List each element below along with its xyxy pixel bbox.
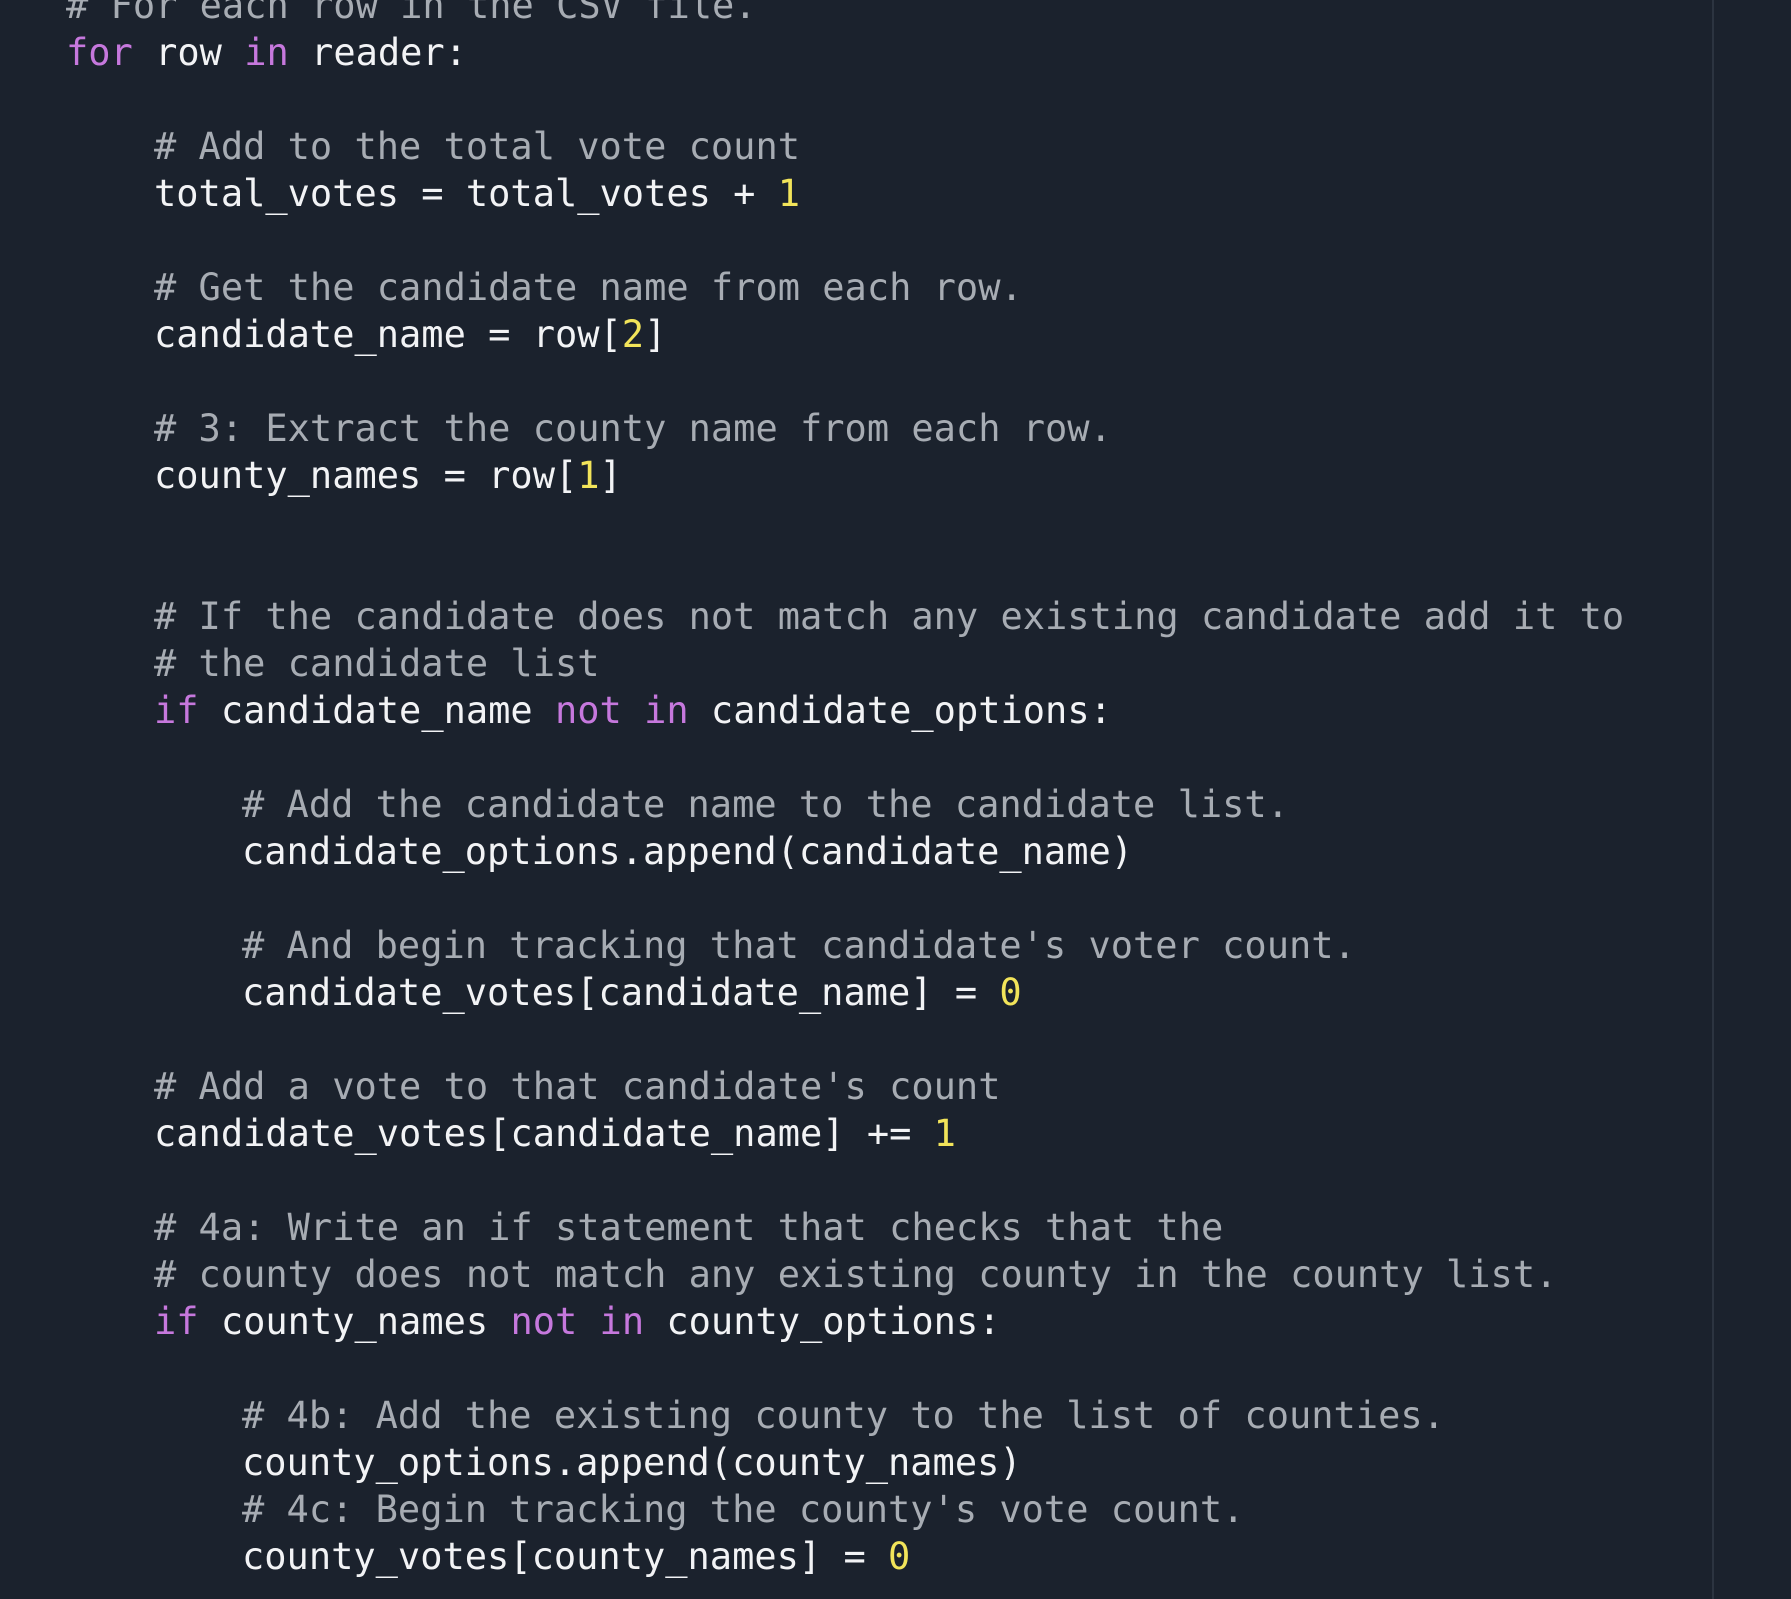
code-token-comment: # 4c: Begin tracking the county's vote c… (242, 1488, 1245, 1531)
code-token-ident: candidate_votes[candidate_name] += (154, 1112, 934, 1155)
code-line[interactable] (0, 734, 1712, 781)
code-line[interactable] (0, 358, 1712, 405)
code-line[interactable]: # 4b: Add the existing county to the lis… (0, 1392, 1712, 1439)
code-token-ident: ] (599, 454, 622, 497)
code-token-keyword: if (154, 1300, 199, 1343)
code-token-ident: candidate_options: (688, 689, 1112, 732)
code-line[interactable]: candidate_name = row[2] (0, 311, 1712, 358)
editor-right-gutter (1714, 0, 1791, 1599)
code-line[interactable]: county_options.append(county_names) (0, 1439, 1712, 1486)
code-line[interactable]: # For each row in the CSV file. (0, 0, 1712, 29)
code-token-keyword: not in (554, 689, 689, 732)
code-line[interactable] (0, 217, 1712, 264)
code-editor[interactable]: # For each row in the CSV file. for row i… (0, 0, 1791, 1599)
code-line[interactable]: candidate_votes[candidate_name] += 1 (0, 1110, 1712, 1157)
code-token-number: 1 (777, 172, 801, 215)
code-token-keyword: in (244, 31, 289, 74)
code-line[interactable] (0, 546, 1712, 593)
code-line[interactable]: # Add the candidate name to the candidat… (0, 781, 1712, 828)
code-token-comment: # 4b: Add the existing county to the lis… (242, 1394, 1445, 1437)
code-token-comment: # Get the candidate name from each row. (154, 266, 1023, 309)
code-token-comment: # For each row in the CSV file. (66, 0, 757, 27)
code-line[interactable]: if county_names not in county_options: (0, 1298, 1712, 1345)
code-line[interactable]: # Add to the total vote count (0, 123, 1712, 170)
code-token-ident: county_votes[county_names] = (242, 1535, 889, 1578)
code-token-number: 1 (933, 1112, 956, 1155)
code-token-number: 0 (999, 971, 1022, 1014)
code-token-ident: county_options: (644, 1300, 1001, 1343)
code-token-ident: candidate_options.append(candidate_name) (242, 830, 1134, 873)
code-token-keyword: for (66, 31, 133, 74)
code-token-ident: row (132, 31, 245, 74)
code-line[interactable] (0, 499, 1712, 546)
code-token-comment: # Add a vote to that candidate's count (154, 1065, 1001, 1108)
code-line[interactable]: total_votes = total_votes + 1 (0, 170, 1712, 217)
code-line[interactable]: county_names = row[1] (0, 452, 1712, 499)
code-token-ident: county_names = row[ (154, 454, 578, 497)
code-token-number: 1 (577, 454, 600, 497)
code-line[interactable] (0, 1345, 1712, 1392)
code-token-keyword: not in (510, 1300, 645, 1343)
code-line[interactable]: for row in reader: (0, 29, 1712, 76)
code-token-keyword: if (154, 689, 199, 732)
code-line[interactable]: # county does not match any existing cou… (0, 1251, 1712, 1298)
code-token-ident: county_names (198, 1300, 511, 1343)
code-token-ident: candidate_votes[candidate_name] = (242, 971, 1000, 1014)
code-token-number: 0 (888, 1535, 911, 1578)
code-line[interactable]: # 4a: Write an if statement that checks … (0, 1204, 1712, 1251)
code-line[interactable]: candidate_options.append(candidate_name) (0, 828, 1712, 875)
code-token-comment: # county does not match any existing cou… (154, 1253, 1558, 1296)
code-token-comment: # And begin tracking that candidate's vo… (242, 924, 1356, 967)
code-line[interactable]: # Get the candidate name from each row. (0, 264, 1712, 311)
code-token-comment: # 4a: Write an if statement that checks … (154, 1206, 1224, 1249)
code-line[interactable]: # Add a vote to that candidate's count (0, 1063, 1712, 1110)
code-line[interactable] (0, 1016, 1712, 1063)
code-line[interactable]: # And begin tracking that candidate's vo… (0, 922, 1712, 969)
code-line[interactable]: # 3: Extract the county name from each r… (0, 405, 1712, 452)
code-token-comment: # the candidate list (154, 642, 600, 685)
code-token-ident: total_votes = total_votes + (154, 172, 778, 215)
code-token-comment: # 3: Extract the county name from each r… (154, 407, 1112, 450)
code-line[interactable]: county_votes[county_names] = 0 (0, 1533, 1712, 1580)
code-token-ident: candidate_name (198, 689, 555, 732)
code-line[interactable] (0, 76, 1712, 123)
code-token-comment: # Add the candidate name to the candidat… (242, 783, 1289, 826)
code-token-comment: # Add to the total vote count (154, 125, 801, 168)
code-text-area[interactable]: # For each row in the CSV file. for row i… (0, 0, 1712, 1580)
code-line[interactable]: if candidate_name not in candidate_optio… (0, 687, 1712, 734)
code-token-ident: ] (644, 313, 667, 356)
code-token-comment: # If the candidate does not match any ex… (154, 595, 1625, 638)
code-line[interactable] (0, 1157, 1712, 1204)
code-token-ident: reader: (288, 31, 467, 74)
code-token-number: 2 (621, 313, 645, 356)
code-line[interactable]: # If the candidate does not match any ex… (0, 593, 1712, 640)
code-token-ident: candidate_name = row[ (154, 313, 622, 356)
code-line[interactable]: # 4c: Begin tracking the county's vote c… (0, 1486, 1712, 1533)
code-line[interactable] (0, 875, 1712, 922)
code-line[interactable]: candidate_votes[candidate_name] = 0 (0, 969, 1712, 1016)
code-line[interactable]: # the candidate list (0, 640, 1712, 687)
code-token-ident: county_options.append(county_names) (242, 1441, 1022, 1484)
